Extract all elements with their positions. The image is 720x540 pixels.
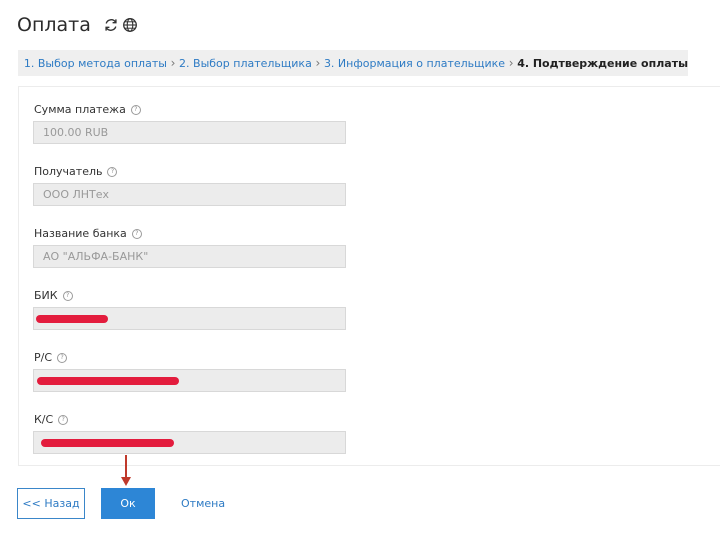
bank-name-label: Название банка? <box>34 227 142 240</box>
page-title: Оплата <box>17 14 91 36</box>
step-select-method[interactable]: 1. Выбор метода оплаты <box>24 57 167 70</box>
globe-icon[interactable] <box>122 17 138 33</box>
chevron-right-icon: › <box>170 56 176 70</box>
corr-account-label: К/С? <box>34 413 69 426</box>
refresh-icon[interactable] <box>103 17 119 33</box>
account-label: Р/С? <box>34 351 68 364</box>
help-icon[interactable]: ? <box>58 414 69 425</box>
step-select-payer[interactable]: 2. Выбор плательщика <box>179 57 312 70</box>
amount-label: Сумма платежа? <box>34 103 141 116</box>
amount-field: 100.00 RUB <box>33 121 346 144</box>
ok-button[interactable]: Ок <box>101 488 155 519</box>
cancel-link[interactable]: Отмена <box>181 497 225 510</box>
step-payer-info[interactable]: 3. Информация о плательщике <box>324 57 505 70</box>
annotation-arrow-icon <box>121 455 131 486</box>
step-confirm-payment: 4. Подтверждение оплаты <box>517 56 689 70</box>
help-icon[interactable]: ? <box>57 352 68 363</box>
redaction-mark <box>36 315 108 323</box>
chevron-right-icon: › <box>508 56 514 70</box>
chevron-right-icon: › <box>315 56 321 70</box>
help-icon[interactable]: ? <box>130 104 141 115</box>
help-icon[interactable]: ? <box>131 228 142 239</box>
bik-label: БИК? <box>34 289 73 302</box>
page-header: Оплата <box>17 14 138 36</box>
redaction-mark <box>37 377 179 385</box>
recipient-field: ООО ЛНТех <box>33 183 346 206</box>
bank-name-field: АО "АЛЬФА-БАНК" <box>33 245 346 268</box>
redaction-mark <box>41 439 174 447</box>
recipient-label: Получатель? <box>34 165 118 178</box>
back-button[interactable]: << Назад <box>17 488 85 519</box>
breadcrumb-steps: 1. Выбор метода оплаты › 2. Выбор плател… <box>18 50 688 76</box>
help-icon[interactable]: ? <box>62 290 73 301</box>
help-icon[interactable]: ? <box>107 166 118 177</box>
